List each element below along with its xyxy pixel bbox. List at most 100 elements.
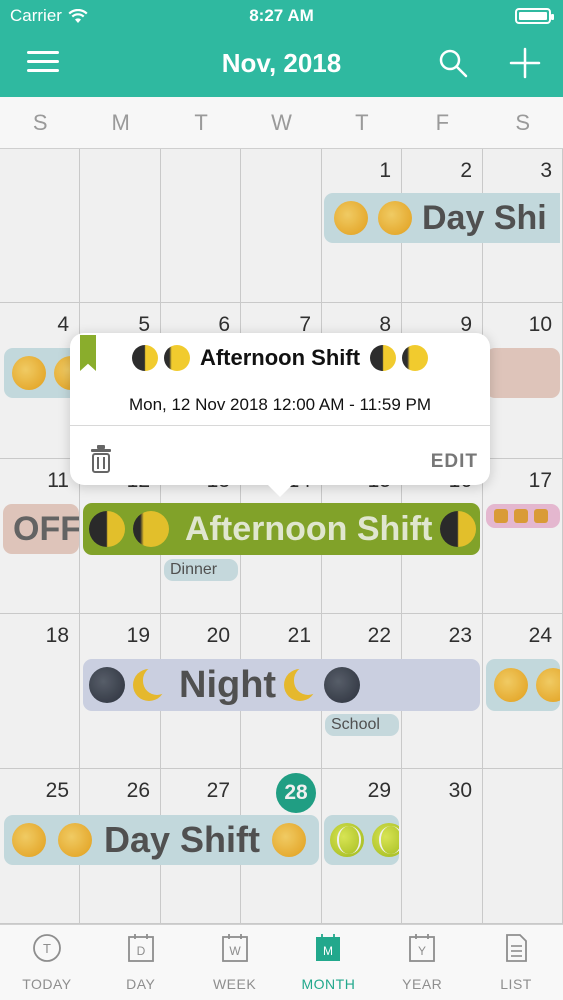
day-number: 22	[367, 624, 391, 647]
moon-icon	[370, 345, 397, 371]
new-moon-icon	[324, 667, 361, 703]
event-dinner[interactable]: Dinner	[164, 559, 238, 581]
new-moon-icon	[89, 667, 125, 703]
tab-label: MONTH	[301, 976, 356, 992]
event-off[interactable]	[486, 348, 560, 398]
crescent-moon-icon	[133, 666, 172, 701]
event-tennis[interactable]	[324, 815, 399, 865]
event-day-shift[interactable]: Day Shi	[324, 193, 560, 243]
day-cell[interactable]: 30	[402, 769, 483, 924]
tab-label: TODAY	[22, 976, 72, 992]
sun-icon	[334, 201, 368, 235]
event-day-shift[interactable]: Day Shift	[4, 815, 319, 865]
battery-icon	[515, 8, 554, 24]
list-document-icon	[506, 934, 527, 962]
tab-month[interactable]: M MONTH	[281, 925, 375, 1000]
day-number: 11	[47, 469, 69, 492]
tab-bar: T TODAY D DAY W WEEK M MONTH Y YEAR LIST	[0, 924, 563, 1000]
add-icon[interactable]	[508, 46, 542, 80]
event-popover: Afternoon Shift Mon, 12 Nov 2018 12:00 A…	[70, 333, 490, 497]
day-number: 17	[528, 469, 552, 492]
tennis-ball-icon	[330, 823, 364, 857]
moon-icon	[163, 345, 190, 371]
day-number: 25	[45, 779, 69, 802]
event-label: Afternoon Shift	[185, 509, 433, 548]
tab-icon-letter: M	[323, 944, 333, 958]
status-time: 8:27 AM	[249, 6, 314, 25]
event-day-shift[interactable]	[4, 348, 80, 398]
day-number: 3	[540, 159, 552, 182]
day-number: 24	[528, 624, 552, 647]
month-title[interactable]: Nov, 2018	[0, 48, 563, 79]
tab-label: DAY	[126, 976, 156, 992]
weekday-header: S M T W T F S	[0, 97, 563, 149]
event-off[interactable]: OFF	[3, 504, 79, 554]
moon-icon	[133, 511, 169, 547]
weekday-label: M	[111, 110, 130, 135]
tab-day[interactable]: D DAY	[94, 925, 188, 1000]
tab-year[interactable]: Y YEAR	[375, 925, 469, 1000]
event-label: Day Shift	[104, 819, 261, 860]
sun-icon	[536, 668, 560, 702]
tab-list[interactable]: LIST	[469, 925, 563, 1000]
tennis-ball-icon	[372, 823, 399, 857]
tab-label: WEEK	[212, 976, 257, 992]
tab-today[interactable]: T TODAY	[0, 925, 94, 1000]
day-cell[interactable]: 17	[483, 459, 563, 614]
popover-caret	[266, 483, 294, 497]
divider	[70, 425, 490, 426]
day-number: 30	[448, 779, 472, 802]
day-number: 27	[206, 779, 230, 802]
tab-icon-letter: D	[136, 944, 145, 958]
moon-icon	[89, 511, 125, 547]
tab-week[interactable]: W WEEK	[188, 925, 282, 1000]
tab-icon-letter: T	[43, 941, 51, 956]
sun-icon	[494, 668, 528, 702]
event-label: Night	[179, 663, 277, 706]
popover-date: Mon, 12 Nov 2018 12:00 AM - 11:59 PM	[128, 395, 432, 414]
day-number: 29	[367, 779, 391, 802]
today-date-badge: 28	[276, 773, 316, 813]
sun-icon	[272, 823, 307, 857]
event-afternoon-shift[interactable]: Afternoon Shift	[83, 503, 480, 555]
month-calendar-icon: M	[316, 934, 341, 961]
party-icon	[494, 509, 508, 523]
empty-day-cell[interactable]	[161, 149, 241, 303]
weekday-label: T	[355, 110, 369, 135]
event-label: Day Shi	[422, 198, 547, 237]
moon-icon	[402, 345, 429, 371]
popover-title: Afternoon Shift	[199, 345, 361, 370]
day-number: 10	[528, 313, 552, 336]
empty-day-cell[interactable]	[80, 149, 161, 303]
edit-button[interactable]: EDIT	[431, 451, 478, 473]
event-night[interactable]: Night	[83, 659, 480, 711]
search-icon[interactable]	[438, 48, 468, 78]
day-cell[interactable]: 18	[0, 614, 80, 769]
weekday-label: F	[435, 110, 450, 135]
day-number: 20	[206, 624, 230, 647]
popover-title-row: Afternoon Shift	[70, 345, 490, 371]
day-number: 21	[287, 624, 311, 647]
day-number: 26	[126, 779, 150, 802]
weekday-label: T	[194, 110, 208, 135]
event-day-shift[interactable]	[486, 659, 560, 711]
empty-day-cell[interactable]	[0, 149, 80, 303]
tab-label: LIST	[500, 976, 532, 992]
event-label: OFF	[13, 509, 79, 548]
trash-icon[interactable]	[90, 445, 112, 473]
event-school[interactable]: School	[325, 714, 399, 736]
month-grid: 1234567891011121314151617181920212223242…	[0, 149, 563, 924]
app-header: Carrier 8:27 AM Nov, 2018	[0, 0, 563, 97]
tab-label: YEAR	[402, 976, 443, 992]
crescent-moon-icon	[284, 666, 323, 701]
party-icon	[514, 509, 528, 523]
day-number: 19	[126, 624, 150, 647]
empty-day-cell[interactable]	[483, 769, 563, 924]
sun-icon	[12, 823, 46, 857]
event-party[interactable]	[486, 504, 560, 528]
day-number: 18	[45, 624, 69, 647]
empty-day-cell[interactable]	[241, 149, 322, 303]
day-number: 23	[448, 624, 472, 647]
weekday-label: W	[271, 110, 292, 135]
tab-icon-letter: W	[229, 944, 241, 958]
